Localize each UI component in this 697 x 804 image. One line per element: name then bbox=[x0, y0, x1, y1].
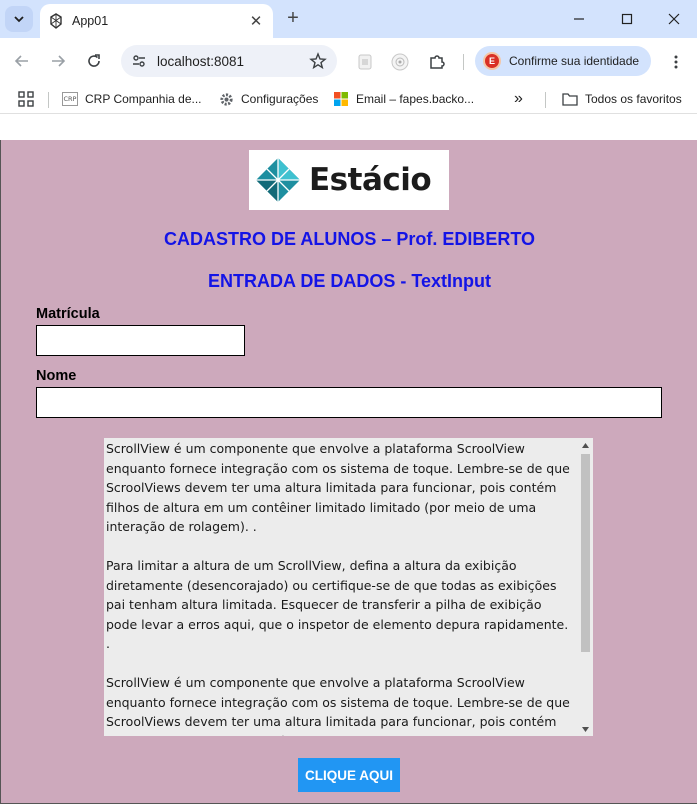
scroll-up-arrow[interactable] bbox=[578, 438, 593, 452]
bookmark-email[interactable]: Email – fapes.backo... bbox=[333, 89, 474, 109]
triangle-down-icon bbox=[582, 726, 589, 732]
microsoft-icon bbox=[333, 91, 349, 107]
scroll-paragraph: ScrollView é um componente que envolve a… bbox=[106, 441, 570, 534]
all-bookmarks-label: Todos os favoritos bbox=[585, 92, 682, 106]
close-tab-icon[interactable]: ✕ bbox=[247, 12, 265, 30]
bookmarks-divider bbox=[545, 92, 546, 108]
bookmark-label: Configurações bbox=[241, 92, 319, 106]
toolbar-divider bbox=[463, 54, 464, 70]
chevron-down-icon bbox=[14, 16, 24, 23]
extension-button-2[interactable] bbox=[388, 50, 412, 74]
reload-icon bbox=[88, 54, 100, 67]
back-button[interactable] bbox=[8, 47, 36, 75]
extensions-menu-button[interactable] bbox=[425, 50, 449, 74]
puzzle-icon bbox=[430, 55, 445, 69]
triangle-up-icon bbox=[582, 442, 589, 448]
extension-target-icon bbox=[391, 53, 409, 71]
forward-button[interactable] bbox=[44, 47, 72, 75]
bookmark-label: Email – fapes.backo... bbox=[356, 92, 475, 106]
bookmark-crp[interactable]: CRP CRP Companhia de... bbox=[62, 89, 202, 109]
scroll-down-arrow[interactable] bbox=[578, 722, 593, 736]
scrollbar-thumb[interactable] bbox=[581, 454, 590, 652]
estacio-logo: Estácio bbox=[249, 150, 449, 210]
all-bookmarks-button[interactable]: Todos os favoritos bbox=[562, 89, 682, 109]
tab-app01[interactable]: App01 ✕ bbox=[40, 4, 273, 38]
nome-label: Nome bbox=[36, 368, 77, 384]
react-favicon-icon bbox=[50, 13, 62, 29]
arrow-right-icon bbox=[52, 55, 66, 67]
gear-icon bbox=[218, 91, 234, 107]
more-bookmarks-button[interactable]: » bbox=[514, 89, 523, 109]
tab-strip: App01 ✕ + bbox=[0, 0, 697, 38]
scrollbar[interactable] bbox=[578, 438, 593, 736]
bookmark-configuracoes[interactable]: Configurações bbox=[218, 89, 318, 109]
nome-input[interactable] bbox=[36, 387, 662, 418]
tab-title: App01 bbox=[72, 14, 109, 28]
page-title: CADASTRO DE ALUNOS – Prof. EDIBERTO bbox=[163, 229, 536, 249]
close-icon bbox=[668, 13, 680, 25]
logo-text: Estácio bbox=[309, 162, 432, 198]
browser-menu-button[interactable] bbox=[664, 50, 688, 74]
minimize-icon bbox=[574, 18, 584, 20]
minimize-button[interactable] bbox=[555, 0, 603, 38]
bookmarks-divider bbox=[48, 92, 49, 108]
url-text: localhost:8081 bbox=[157, 53, 245, 69]
scroll-paragraph: Para limitar a altura de um ScrollView, … bbox=[106, 558, 569, 651]
double-chevron-right-icon: » bbox=[514, 90, 523, 107]
profile-button[interactable]: E Confirme sua identidade bbox=[475, 46, 651, 76]
folder-icon bbox=[562, 91, 578, 107]
tab-search-button[interactable] bbox=[5, 6, 33, 32]
bookmark-label: CRP Companhia de... bbox=[85, 92, 202, 106]
submit-button[interactable]: CLIQUE AQUI bbox=[298, 758, 400, 792]
bookmarks-bar: CRP CRP Companhia de... Configurações Em… bbox=[0, 84, 697, 114]
crp-favicon: CRP bbox=[62, 91, 78, 107]
scroll-paragraph: ScrollView é um componente que envolve a… bbox=[106, 675, 570, 736]
apps-button[interactable] bbox=[18, 89, 34, 109]
maximize-button[interactable] bbox=[603, 0, 651, 38]
maximize-icon bbox=[621, 13, 633, 25]
apps-grid-icon bbox=[18, 91, 34, 107]
matricula-label: Matrícula bbox=[36, 306, 100, 322]
more-vertical-icon bbox=[674, 55, 678, 69]
arrow-left-icon bbox=[14, 55, 28, 67]
extension-icon bbox=[358, 54, 372, 70]
bookmark-star-icon[interactable] bbox=[309, 52, 327, 70]
estacio-logo-mark bbox=[256, 158, 300, 202]
new-tab-button[interactable]: + bbox=[282, 6, 304, 32]
matricula-input[interactable] bbox=[36, 325, 245, 356]
page-viewport: Estácio CADASTRO DE ALUNOS – Prof. EDIBE… bbox=[0, 114, 697, 804]
avatar: E bbox=[483, 52, 501, 70]
address-bar[interactable]: localhost:8081 bbox=[121, 45, 337, 77]
close-window-button[interactable] bbox=[650, 0, 697, 38]
svg-text:CRP: CRP bbox=[64, 95, 77, 103]
page-subtitle: ENTRADA DE DADOS - TextInput bbox=[208, 271, 491, 291]
profile-label: Confirme sua identidade bbox=[509, 54, 640, 68]
app-container: Estácio CADASTRO DE ALUNOS – Prof. EDIBE… bbox=[0, 140, 697, 804]
browser-toolbar: localhost:8081 E Confirme sua identidade bbox=[0, 38, 697, 84]
extension-button-1[interactable] bbox=[353, 50, 377, 74]
scroll-view[interactable]: ScrollView é um componente que envolve a… bbox=[104, 438, 593, 736]
scroll-content: ScrollView é um componente que envolve a… bbox=[106, 439, 576, 736]
site-info-icon[interactable] bbox=[131, 53, 147, 69]
reload-button[interactable] bbox=[80, 47, 108, 75]
